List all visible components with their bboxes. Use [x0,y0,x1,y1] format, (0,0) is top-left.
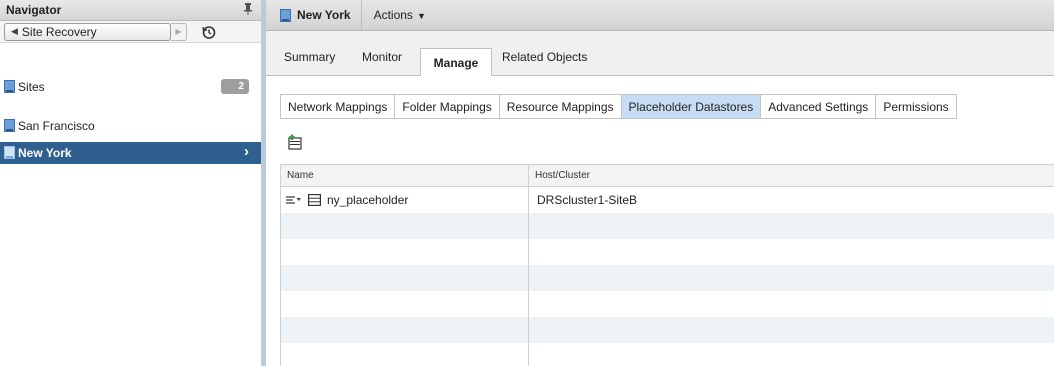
forward-button[interactable]: ▶ [171,22,187,41]
caret-down-icon: ▼ [416,11,426,21]
sidebar-item-sites[interactable]: Sites 2 [0,76,261,98]
tab-related-objects[interactable]: Related Objects [502,50,587,64]
grid-cell-name: ny_placeholder [281,187,529,213]
count-badge: 2 [221,79,249,94]
chevron-right-icon[interactable]: › [244,143,249,160]
table-row-empty [281,291,1054,317]
back-arrow-icon: ◀ [11,26,18,36]
back-button-label: Site Recovery [21,24,97,39]
add-datastore-icon[interactable] [287,134,303,150]
history-icon[interactable] [200,23,218,41]
tab-summary[interactable]: Summary [284,50,335,64]
grid-cell-host-cluster: DRScluster1-SiteB [537,193,638,207]
actions-label: Actions [373,8,413,22]
datastore-icon [308,194,321,206]
sidebar-item-label: Sites [18,80,45,94]
tab-manage[interactable]: Manage [420,48,492,76]
subtab-folder-mappings[interactable]: Folder Mappings [394,95,499,118]
subtab-advanced-settings[interactable]: Advanced Settings [760,95,876,118]
sidebar-item-label: New York [18,146,72,160]
navigator-title: Navigator [6,3,62,17]
datastore-name: ny_placeholder [327,193,409,207]
sidebar-item-san-francisco[interactable]: San Francisco [0,115,261,137]
subtab-placeholder-datastores[interactable]: Placeholder Datastores [620,95,761,118]
row-menu-icon[interactable] [286,195,302,205]
sub-tabs: Network Mappings Folder Mappings Resourc… [280,94,957,119]
object-title: New York [266,0,362,30]
navigator-breadcrumb: ◀ Site Recovery ▶ [0,21,261,43]
table-row-empty [281,317,1054,343]
subtab-permissions[interactable]: Permissions [875,95,957,118]
site-icon [4,119,15,132]
column-header-name[interactable]: Name [281,165,529,186]
navigator-panel: Navigator ◀ Site Recovery ▶ Sites 2 San … [0,0,262,366]
subtab-resource-mappings[interactable]: Resource Mappings [498,95,621,118]
sidebar-item-new-york[interactable]: New York › [0,142,261,164]
object-header: New York Actions ▼ [266,0,1054,31]
pin-icon[interactable] [243,2,253,18]
table-row-empty [281,265,1054,291]
navigator-header: Navigator [0,0,261,21]
table-row[interactable]: ny_placeholder DRScluster1-SiteB [281,187,1054,213]
sidebar-item-label: San Francisco [18,119,95,133]
object-title-label: New York [297,8,351,22]
table-row-empty [281,213,1054,239]
back-button[interactable]: ◀ Site Recovery [4,22,171,41]
tab-monitor[interactable]: Monitor [362,50,402,64]
column-header-host-cluster[interactable]: Host/Cluster [529,165,1054,186]
actions-menu[interactable]: Actions ▼ [362,8,426,22]
subtab-network-mappings[interactable]: Network Mappings [280,95,395,118]
main-tabs: Summary Monitor Manage Related Objects [266,31,1054,76]
table-row-empty [281,239,1054,265]
site-icon [280,8,291,22]
datastore-grid: Name Host/Cluster ny_placeholder DRSclus… [280,164,1054,366]
grid-header: Name Host/Cluster [281,164,1054,187]
table-row-empty [281,343,1054,366]
site-icon [4,80,15,93]
site-icon [4,146,15,159]
